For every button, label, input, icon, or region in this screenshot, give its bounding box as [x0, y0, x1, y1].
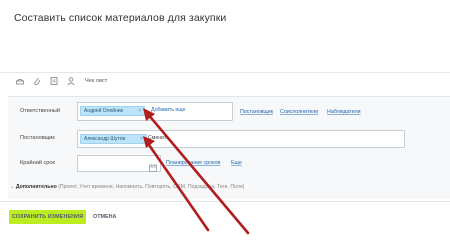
eye-icon[interactable]	[15, 76, 25, 86]
additional-label: Дополнительно	[15, 184, 57, 190]
task-title[interactable]: Составить список материалов для закупки	[14, 12, 226, 24]
additional-fields-toggle[interactable]: ⌄ Дополнительно (Проект, Учет времени, Н…	[10, 184, 244, 190]
observers-toggle-link[interactable]: Наблюдатели	[327, 109, 361, 115]
remove-responsible-icon[interactable]: ×	[138, 107, 141, 115]
planning-dates-link[interactable]: Планирование сроков	[166, 160, 220, 166]
toolbar-divider	[0, 72, 450, 73]
deadline-more-link[interactable]: Еще	[231, 160, 242, 166]
remove-creator-icon[interactable]: ×	[140, 135, 143, 143]
save-changes-button[interactable]: СОХРАНИТЬ ИЗМЕНЕНИЯ	[9, 210, 86, 224]
document-icon[interactable]	[49, 76, 59, 86]
deadline-label: Крайний срок	[20, 160, 55, 166]
change-creator-link[interactable]: Сменить	[148, 135, 169, 141]
additional-items: (Проект, Учет времени, Напомнить, Повтор…	[58, 184, 245, 190]
task-edit-page: Составить список материалов для закупки …	[0, 0, 450, 244]
calendar-icon[interactable]	[149, 159, 157, 177]
footer-divider	[0, 201, 450, 202]
cancel-button[interactable]: ОТМЕНА	[93, 210, 116, 224]
coexecutors-toggle-link[interactable]: Соисполнители	[280, 109, 318, 115]
creator-chip[interactable]: Александр Шутов ×	[80, 134, 147, 144]
chevron-down-icon: ⌄	[10, 184, 15, 190]
creator-chip-name: Александр Шутов	[84, 136, 126, 142]
responsible-chip[interactable]: Андрей Олейник ×	[80, 106, 145, 116]
creator-label: Постановщик	[20, 135, 55, 141]
editor-toolbar: Чек лист	[15, 76, 107, 86]
creator-toggle-link[interactable]: Постановщик	[240, 109, 273, 115]
checklist-button[interactable]: Чек лист	[85, 78, 107, 84]
add-more-responsible-link[interactable]: Добавить еще	[151, 107, 185, 113]
attach-icon[interactable]	[32, 76, 42, 86]
responsible-chip-name: Андрей Олейник	[84, 108, 123, 114]
user-icon[interactable]	[66, 76, 76, 86]
responsible-label: Ответственный	[20, 108, 60, 114]
